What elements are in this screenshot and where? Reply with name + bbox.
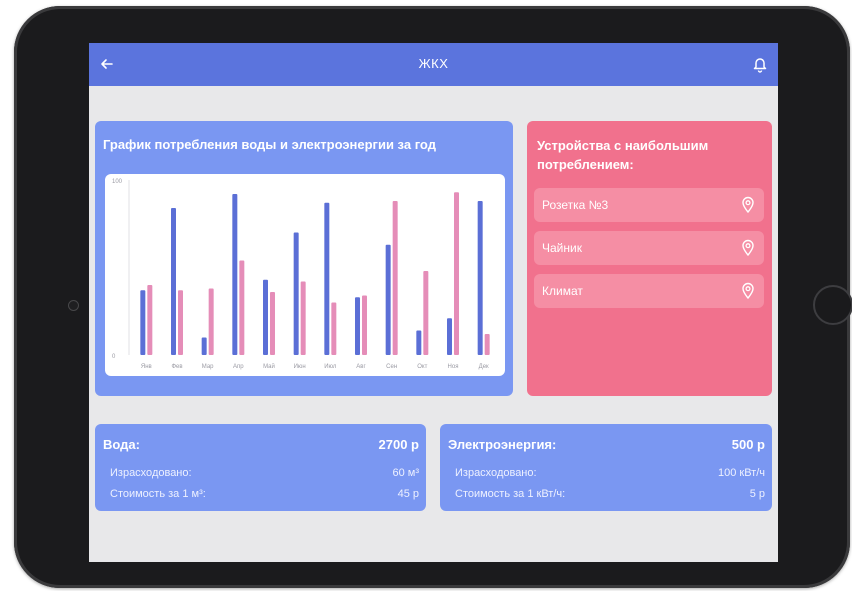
x-tick-label: Апр — [233, 364, 244, 370]
location-pin-icon[interactable] — [740, 282, 756, 300]
water-bar — [201, 337, 207, 355]
x-tick-label: Май — [263, 363, 275, 370]
top-devices-card: Устройства с наибольшим потреблением: Ро… — [527, 121, 772, 396]
water-bar — [171, 208, 176, 355]
x-tick-label: Мар — [202, 364, 214, 370]
location-pin-icon[interactable] — [740, 239, 756, 257]
water-bar — [447, 318, 452, 355]
electricity-price-label: Стоимость за 1 кВт/ч: — [455, 488, 566, 500]
app-bar: ЖКХ — [89, 43, 778, 86]
water-price-value: 45 р — [397, 488, 419, 500]
electricity-bar — [454, 192, 459, 355]
devices-title: Устройства с наибольшим потреблением: — [537, 138, 709, 172]
chart-title: График потребления воды и электроэнергии… — [103, 137, 436, 152]
electricity-used-value: 100 кВт/ч — [717, 467, 765, 479]
x-tick-label: Июл — [324, 364, 337, 370]
water-used-value: 60 м³ — [392, 467, 419, 479]
x-tick-label: Июн — [294, 364, 306, 370]
x-tick-label: Фев — [171, 364, 182, 370]
x-tick-label: Авг — [356, 364, 366, 370]
electricity-title: Электроэнергия: — [448, 437, 557, 452]
consumption-chart-card: График потребления воды и электроэнергии… — [95, 121, 513, 396]
page-title: ЖКХ — [418, 56, 449, 71]
water-bar — [232, 194, 238, 355]
x-tick-label: Дек — [479, 364, 489, 370]
water-bar — [263, 279, 268, 355]
electricity-summary-card: Электроэнергия: 500 р Израсходовано: 100… — [440, 424, 772, 511]
electricity-bar — [147, 285, 153, 355]
electricity-bar — [208, 288, 214, 355]
consumption-bar-chart: 100 0 Янв Фев Мар Апр Май Июн Июл Авг Сен Окт Ноя Дек — [112, 179, 490, 370]
water-bar — [416, 330, 422, 355]
location-pin-icon[interactable] — [740, 196, 756, 214]
electricity-bar — [178, 290, 183, 355]
electricity-bar — [362, 295, 367, 355]
water-price-label: Стоимость за 1 м³: — [110, 488, 206, 500]
x-tick-label: Ноя — [448, 364, 459, 370]
electricity-bar — [331, 302, 337, 355]
x-tick-label: Окт — [417, 364, 427, 370]
electricity-bar — [484, 334, 490, 355]
device-label: Климат — [542, 284, 583, 298]
water-bar — [355, 297, 360, 355]
y-tick-label: 0 — [112, 354, 116, 360]
chart-area: 100 0 Янв Фев Мар Апр Май Июн Июл Авг Сен Окт Ноя Дек — [105, 174, 505, 376]
water-bar — [140, 290, 146, 355]
electricity-bar — [270, 292, 275, 355]
water-bar — [385, 244, 391, 355]
device-label: Розетка №3 — [542, 198, 609, 212]
electricity-bar — [300, 281, 306, 355]
water-bar — [293, 232, 299, 355]
water-used-label: Израсходовано: — [110, 467, 192, 479]
water-bar — [477, 201, 483, 355]
electricity-total: 500 р — [731, 437, 765, 452]
water-summary-card: Вода: 2700 р Израсходовано: 60 м³ Стоимо… — [95, 424, 426, 511]
device-item-climate[interactable]: Климат — [534, 274, 764, 308]
water-title: Вода: — [103, 437, 140, 452]
device-label: Чайник — [542, 241, 582, 255]
electricity-bar — [423, 271, 429, 355]
electricity-bar — [239, 260, 245, 355]
app-screen: ЖКХ График потребления воды и электроэне… — [89, 43, 778, 562]
water-total: 2700 р — [378, 437, 419, 452]
electricity-used-label: Израсходовано: — [455, 467, 537, 479]
electricity-bar — [392, 201, 398, 355]
bell-icon[interactable] — [750, 54, 770, 74]
y-tick-label: 100 — [112, 179, 123, 185]
device-item-kettle[interactable]: Чайник — [534, 231, 764, 265]
front-camera — [68, 300, 79, 311]
water-bar — [324, 202, 330, 355]
x-tick-label: Янв — [141, 364, 152, 370]
home-button[interactable] — [813, 285, 852, 325]
electricity-price-value: 5 р — [749, 488, 765, 500]
x-tick-label: Сен — [386, 364, 397, 370]
device-item-socket[interactable]: Розетка №3 — [534, 188, 764, 222]
